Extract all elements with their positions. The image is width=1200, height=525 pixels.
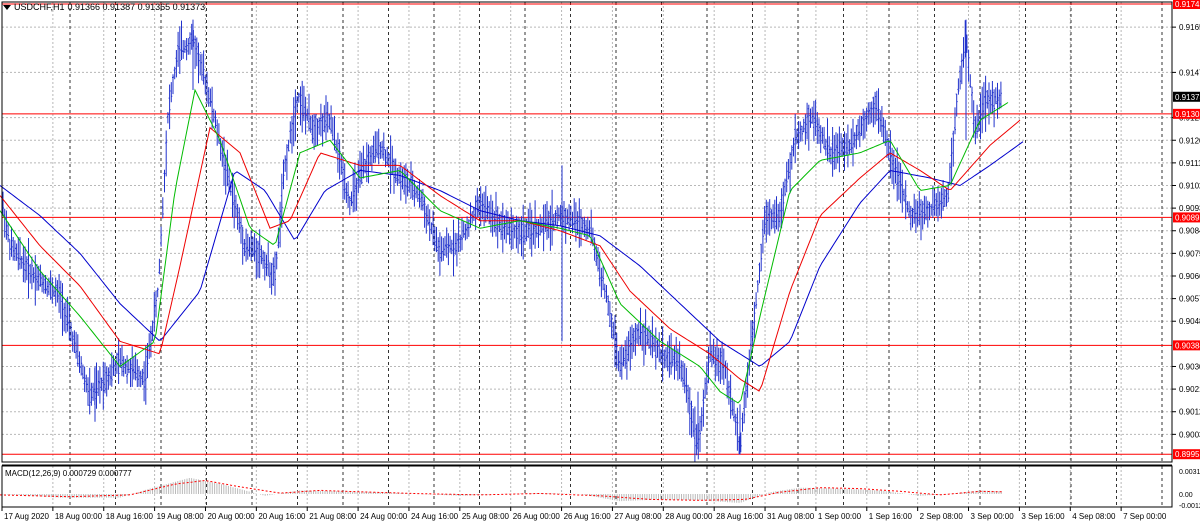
price-tick-label: 0.91650 [1179,23,1200,32]
level-price-tag: 0.91742 [1175,0,1200,9]
price-tick-label: 0.90210 [1179,385,1200,394]
level-price-tag: 0.89951 [1175,450,1200,459]
price-tick-label: 0.90840 [1179,227,1200,236]
level-price-tag: 0.90893 [1175,213,1200,222]
time-tick-label: 25 Aug 08:00 [462,512,510,521]
macd-label: MACD(12,26,9) 0.000729 0.000777 [5,469,132,478]
ohlc-values: 0.91366 0.91387 0.91365 0.91373 [67,2,206,12]
time-tick-label: 24 Aug 16:00 [411,512,459,521]
price-tick-label: 0.90750 [1179,249,1200,258]
time-tick-label: 7 Sep 00:00 [1123,512,1167,521]
time-tick-label: 18 Aug 16:00 [106,512,154,521]
price-tick-label: 0.90030 [1179,430,1200,439]
price-tick-label: 0.90570 [1179,295,1200,304]
dropdown-triangle-icon[interactable] [3,4,11,10]
price-tick-label: 0.90300 [1179,362,1200,371]
price-tick-label: 0.90120 [1179,408,1200,417]
level-price-tag: 0.91305 [1175,110,1200,119]
price-chart[interactable]: 0.916500.914700.912900.912000.911100.910… [0,0,1200,525]
price-tick-label: 0.91020 [1179,181,1200,190]
chart-header: USDCHF,H1 0.91366 0.91387 0.91365 0.9137… [3,2,205,12]
price-tick-label: 0.91110 [1179,159,1200,168]
price-tick-label: 0.91200 [1179,136,1200,145]
time-tick-label: 26 Aug 16:00 [564,512,612,521]
time-tick-label: 20 Aug 16:00 [258,512,306,521]
time-tick-label: 2 Sep 08:00 [920,512,964,521]
time-tick-label: 3 Sep 00:00 [971,512,1015,521]
time-tick-label: 20 Aug 00:00 [207,512,255,521]
price-tick-label: 0.90930 [1179,204,1200,213]
level-price-tag: 0.90384 [1175,341,1200,350]
time-tick-label: 27 Aug 08:00 [614,512,662,521]
time-tick-label: 3 Sep 16:00 [1021,512,1065,521]
time-tick-label: 31 Aug 08:00 [767,512,815,521]
time-tick-label: 21 Aug 08:00 [309,512,357,521]
symbol-label: USDCHF,H1 [14,2,65,12]
time-tick-label: 4 Sep 08:00 [1072,512,1116,521]
time-tick-label: 28 Aug 00:00 [665,512,713,521]
macd-tick-label: 0.003111 [1179,469,1200,476]
time-tick-label: 18 Aug 00:00 [55,512,103,521]
current-price-tag: 0.91373 [1175,93,1200,102]
macd-tick-label: -0.001234 [1179,503,1200,510]
time-tick-label: 1 Sep 16:00 [869,512,913,521]
time-tick-label: 1 Sep 00:00 [818,512,862,521]
macd-tick-label: 0.00 [1179,492,1193,499]
time-tick-label: 24 Aug 00:00 [360,512,408,521]
price-tick-label: 0.90480 [1179,317,1200,326]
time-tick-label: 19 Aug 08:00 [157,512,205,521]
price-tick-label: 0.91470 [1179,68,1200,77]
time-tick-label: 28 Aug 16:00 [716,512,764,521]
time-tick-label: 17 Aug 2020 [4,512,49,521]
price-tick-label: 0.90660 [1179,272,1200,281]
time-tick-label: 26 Aug 00:00 [513,512,561,521]
